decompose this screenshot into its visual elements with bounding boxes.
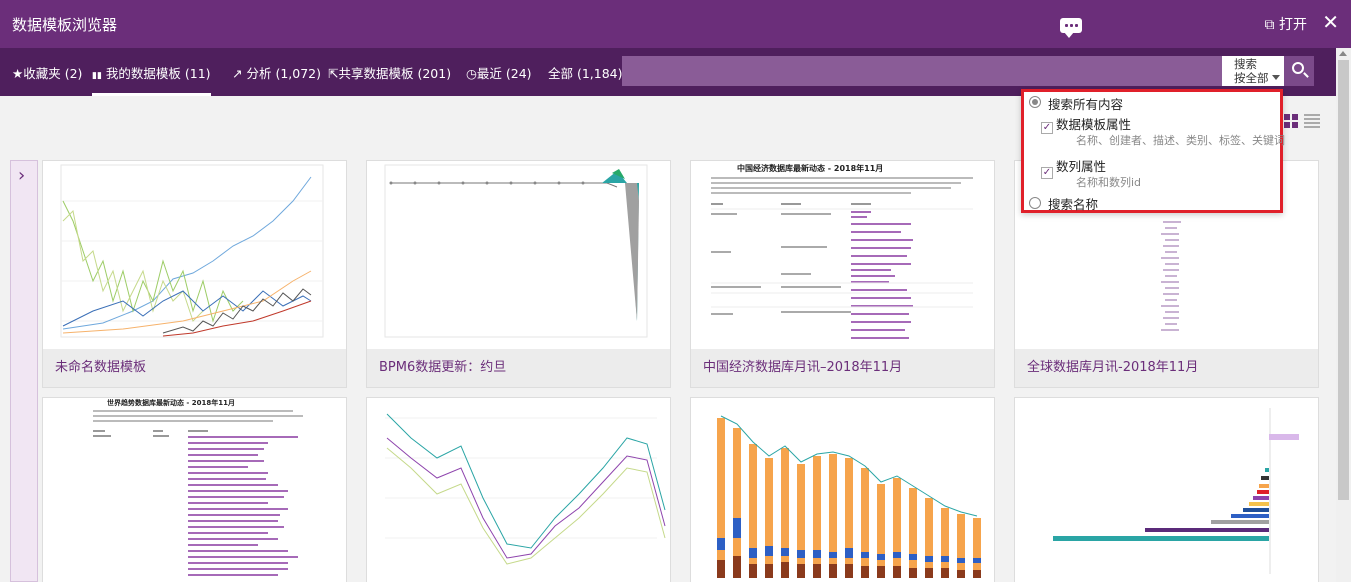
tab-favorites[interactable]: ★收藏夹 (2) [12,63,82,82]
template-thumbnail: 中国经济数据库最新动态 - 2018年11月 [691,161,994,349]
checkbox-template-attributes[interactable]: ✓ [1041,122,1053,134]
template-title: BPM6数据更新：约旦 [367,349,670,387]
template-card[interactable] [366,397,671,582]
template-card[interactable]: 世界趋势数据库最新动态 - 2018年11月 [42,397,347,582]
tab-label: 收藏夹 (2) [23,66,83,81]
search-input[interactable] [622,56,1222,86]
template-thumbnail [43,161,346,349]
template-card[interactable] [690,397,995,582]
tab-shared-templates[interactable]: ⇱共享数据模板 (201) [328,63,451,82]
open-label: 打开 [1279,17,1307,33]
thumbnail-bar-chart [1053,408,1299,574]
thumbnail-bar-chart [717,415,981,578]
radio-search-all[interactable] [1029,96,1041,108]
template-thumbnail: 世界趋势数据库最新动态 - 2018年11月 [43,398,346,582]
chevron-right-icon: › [18,165,26,186]
tab-label: 我的数据模板 (11) [105,66,211,81]
view-switcher [1284,114,1324,128]
thumbnail-area-chart [384,164,648,338]
open-button[interactable]: ⧉ 打开 [1265,14,1307,34]
template-thumbnail [367,161,670,349]
data-template-browser: 数据模板浏览器 ⧉ 打开 ✕ ★收藏夹 (2) ▮▮ 我的数据模板 (11) ↗… [0,0,1351,582]
template-title: 中国经济数据库月讯–2018年11月 [691,349,994,387]
search-scope-line1: 搜索 [1234,57,1257,71]
search-icon [1292,62,1304,74]
template-thumbnail [367,398,670,582]
title-bar: 数据模板浏览器 ⧉ 打开 ✕ [0,0,1351,48]
template-card[interactable]: 中国经济数据库最新动态 - 2018年11月 中国经济数据库月讯–2018年11… [690,160,995,388]
checkbox-series-attributes[interactable]: ✓ [1041,167,1053,179]
caret-down-icon [1272,75,1280,80]
thumbnail-document [711,177,973,339]
tab-label: 最近 (24) [476,66,532,81]
template-card[interactable] [1014,397,1319,582]
tab-label: 共享数据模板 (201) [338,66,452,81]
tab-all[interactable]: 全部 (1,184) [548,63,623,82]
tab-analyses[interactable]: ↗ 分析 (1,072) [232,63,321,82]
window-title: 数据模板浏览器 [12,16,118,34]
template-card[interactable]: 未命名数据模板 [42,160,347,388]
tab-my-templates[interactable]: ▮▮ 我的数据模板 (11) [92,48,211,96]
search-scope-dropdown[interactable]: 搜索 按全部 [1222,56,1284,86]
thumbnail-line-chart [385,413,666,565]
thumbnail-doc-title: 中国经济数据库最新动态 - 2018年11月 [737,164,884,173]
series-attributes-label[interactable]: 数列属性 [1056,156,1106,175]
search-scope-menu: 搜索所有内容 ✓ 数据模板属性 名称、创建者、描述、类别、标签、关键词 ✓ 数列… [1021,89,1285,213]
thumbnail-document [93,410,303,576]
grid-view-icon[interactable] [1284,114,1298,128]
vertical-scrollbar[interactable] [1336,48,1351,582]
search-name-label[interactable]: 搜索名称 [1048,194,1098,213]
book-icon: ▮▮ [92,71,102,81]
template-thumbnail [691,398,994,582]
share-icon: ⇱ [328,66,339,81]
tab-recent[interactable]: ◷最近 (24) [466,63,532,82]
series-attributes-desc: 名称和数列id [1076,176,1142,189]
template-attributes-desc: 名称、创建者、描述、类别、标签、关键词 [1076,134,1285,147]
search-all-label[interactable]: 搜索所有内容 [1048,94,1123,113]
search-button[interactable] [1284,56,1314,86]
analysis-icon: ↗ [232,66,243,81]
template-title: 全球数据库月讯-2018年11月 [1015,349,1318,387]
clock-icon: ◷ [466,66,477,81]
thumbnail-line-chart [60,164,324,338]
open-external-icon: ⧉ [1264,17,1279,33]
tab-label: 全部 (1,184) [548,66,623,81]
template-thumbnail [1015,398,1318,582]
radio-search-name[interactable] [1029,197,1041,209]
thumbnail-doc-title: 世界趋势数据库最新动态 - 2018年11月 [107,399,236,407]
tab-label: 分析 (1,072) [246,66,321,81]
scroll-up-arrow-icon[interactable] [1339,51,1347,56]
chat-icon [1060,18,1082,38]
scrollbar-thumb[interactable] [1338,60,1349,500]
template-title: 未命名数据模板 [43,349,346,387]
star-icon: ★ [12,66,24,81]
list-view-icon[interactable] [1304,114,1320,128]
close-button[interactable]: ✕ [1322,10,1339,34]
template-card[interactable]: BPM6数据更新：约旦 [366,160,671,388]
sidebar-expand-button[interactable]: › [10,160,38,582]
template-attributes-label[interactable]: 数据模板属性 [1056,114,1131,133]
